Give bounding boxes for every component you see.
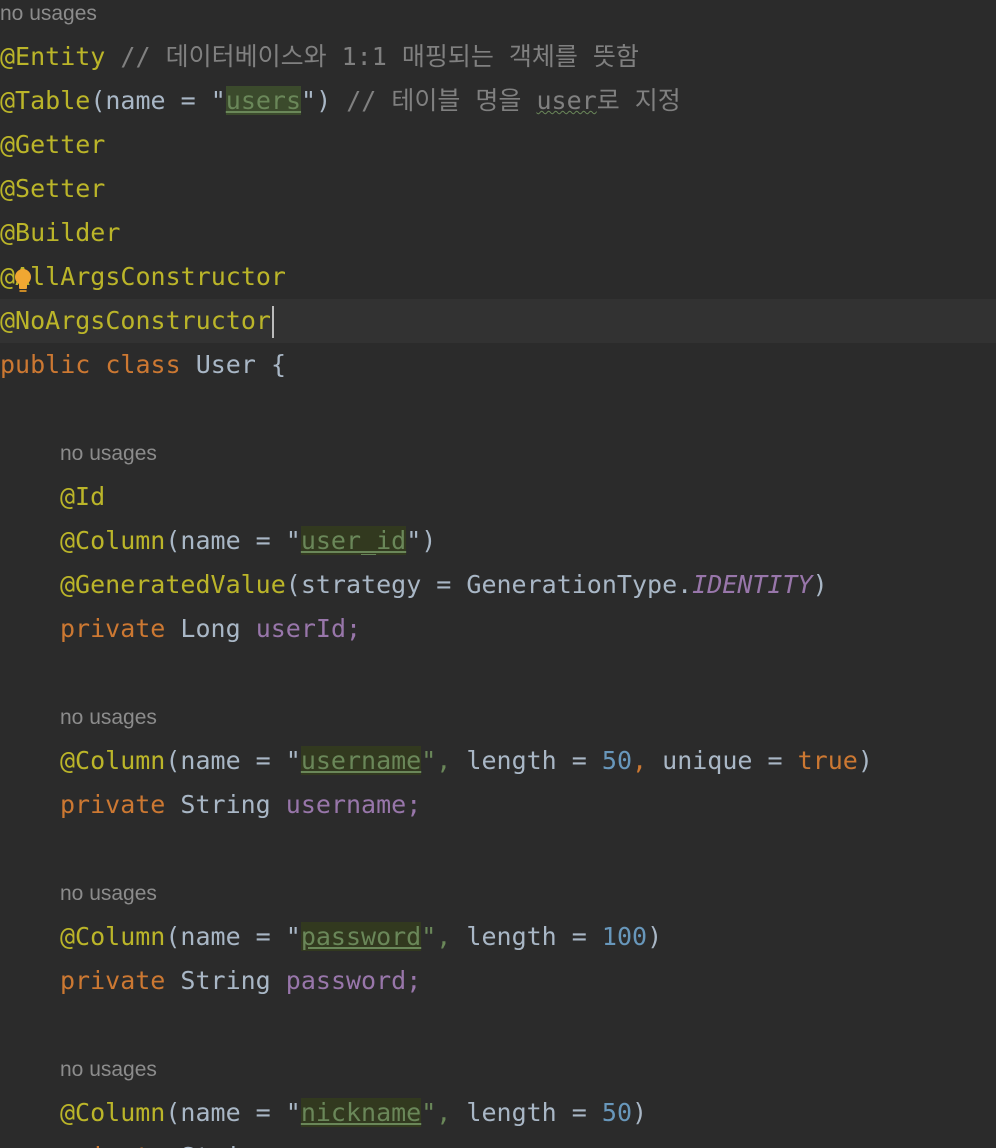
entity-annotation: @Entity — [0, 42, 106, 71]
code-token: (name = " — [165, 1098, 301, 1127]
typo-warning[interactable]: user — [536, 86, 596, 115]
code-token: ") — [406, 526, 437, 555]
keyword: private — [60, 1142, 165, 1148]
code-line-no-args-current[interactable]: @NoArgsConstructor — [0, 299, 996, 343]
code-token: ) — [632, 1098, 648, 1127]
type-name: Long — [180, 614, 241, 643]
code-token: ) — [812, 570, 828, 599]
field-name: userId; — [255, 614, 362, 643]
lightbulb-icon[interactable] — [14, 268, 32, 296]
builder-annotation: @Builder — [0, 218, 121, 247]
number-literal: 50 — [601, 746, 633, 775]
keyword: private — [60, 966, 166, 995]
keyword: private — [60, 790, 166, 819]
string-literal-highlight: username — [300, 746, 422, 775]
code-line-username-field[interactable]: private String username; — [60, 783, 996, 827]
keyword: public — [0, 350, 91, 379]
code-token: length = — [466, 1098, 587, 1127]
code-line-getter[interactable]: @Getter — [0, 123, 996, 167]
line-comment: // 데이터베이스와 1:1 매핑되는 객체를 뜻함 — [120, 42, 639, 71]
code-line-column-nickname[interactable]: @Column(name = "nickname", length = 50) — [60, 1091, 996, 1135]
string-literal-highlight: user_id — [300, 526, 407, 555]
code-token: ") — [301, 86, 332, 115]
code-line-generated-value[interactable]: @GeneratedValue(strategy = GenerationTyp… — [60, 563, 996, 607]
usage-hint[interactable]: no usages — [60, 880, 157, 908]
column-annotation: @Column — [60, 922, 166, 951]
code-line-column-password[interactable]: @Column(name = "password", length = 100) — [60, 915, 996, 959]
code-token: ", — [421, 1098, 452, 1127]
table-annotation: @Table — [0, 86, 91, 115]
code-line-all-args[interactable]: @AllArgsConstructor — [0, 255, 996, 299]
code-line-setter[interactable]: @Setter — [0, 167, 996, 211]
code-line-nickname-field-partial[interactable]: private String — [60, 1135, 996, 1148]
keyword: true — [797, 746, 858, 775]
field-name: password; — [285, 966, 422, 995]
keyword: class — [105, 350, 181, 379]
class-name: User — [195, 350, 256, 379]
comment-text: // 테이블 명을 — [346, 86, 537, 115]
string-literal-highlight: password — [300, 922, 422, 951]
code-token: (name = " — [90, 86, 226, 115]
code-token: length = — [466, 922, 587, 951]
code-line-builder[interactable]: @Builder — [0, 211, 996, 255]
code-token: ) — [647, 922, 663, 951]
code-line-id[interactable]: @Id — [60, 475, 996, 519]
usage-hint[interactable]: no usages — [0, 0, 97, 28]
code-line-user-id-field[interactable]: private Long userId; — [60, 607, 996, 651]
usage-hint[interactable]: no usages — [60, 704, 157, 732]
code-editor[interactable]: no usages @Entity // 데이터베이스와 1:1 매핑되는 객체… — [0, 0, 996, 1148]
number-literal: 100 — [601, 922, 648, 951]
generated-value-annotation: @GeneratedValue — [60, 570, 286, 599]
setter-annotation: @Setter — [0, 174, 106, 203]
code-line-password-field[interactable]: private String password; — [60, 959, 996, 1003]
type-name: String — [180, 1142, 270, 1148]
code-token: (name = " — [165, 922, 301, 951]
code-token: ", — [421, 746, 452, 775]
text-caret — [271, 306, 274, 338]
enum-constant: IDENTITY — [692, 570, 813, 599]
code-token: (strategy = GenerationType. — [285, 570, 693, 599]
type-name: String — [180, 966, 271, 995]
id-annotation: @Id — [60, 482, 106, 511]
type-name: String — [180, 790, 271, 819]
code-line-table[interactable]: @Table(name = "users") // 테이블 명을 user로 지… — [0, 79, 996, 123]
code-token: ", — [421, 922, 452, 951]
code-line-entity[interactable]: @Entity // 데이터베이스와 1:1 매핑되는 객체를 뜻함 — [0, 35, 996, 79]
column-annotation: @Column — [60, 746, 166, 775]
usage-hint[interactable]: no usages — [60, 440, 157, 468]
open-brace: { — [270, 350, 287, 379]
code-token: (name = " — [165, 746, 301, 775]
code-line-column-username[interactable]: @Column(name = "username", length = 50, … — [60, 739, 996, 783]
keyword: private — [60, 614, 166, 643]
column-annotation: @Column — [60, 526, 166, 555]
no-args-annotation: @NoArgsConstructor — [0, 306, 271, 335]
usage-hint[interactable]: no usages — [60, 1056, 157, 1084]
code-token: length = — [466, 746, 587, 775]
code-line-column-user-id[interactable]: @Column(name = "user_id") — [60, 519, 996, 563]
line-comment: // 테이블 명을 user로 지정 — [346, 86, 681, 115]
string-literal-highlight: nickname — [300, 1098, 422, 1127]
code-token: ) — [857, 746, 873, 775]
string-literal-highlight: users — [225, 86, 302, 115]
column-annotation: @Column — [60, 1098, 166, 1127]
code-token: unique = — [662, 746, 783, 775]
code-line-class-decl[interactable]: public class User { — [0, 343, 996, 387]
comment-text: 로 지정 — [596, 86, 681, 115]
field-name: username; — [285, 790, 422, 819]
code-token: (name = " — [165, 526, 301, 555]
number-literal: 50 — [601, 1098, 633, 1127]
getter-annotation: @Getter — [0, 130, 106, 159]
all-args-annotation: @AllArgsConstructor — [0, 262, 286, 291]
code-token: , — [632, 746, 648, 775]
